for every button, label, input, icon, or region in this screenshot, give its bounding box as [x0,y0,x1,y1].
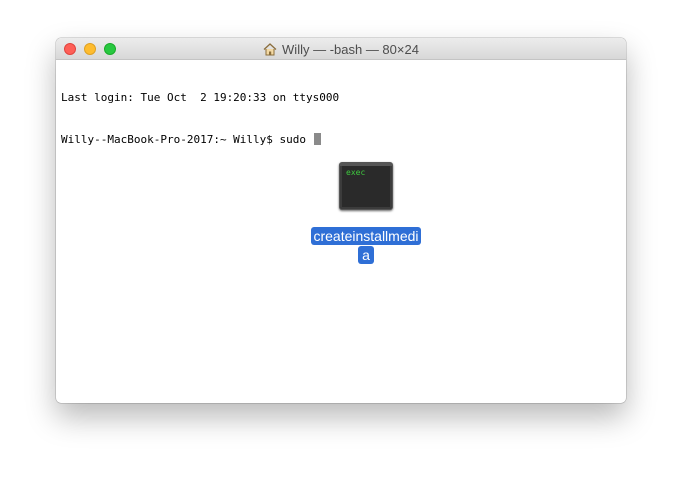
terminal-prompt-line[interactable]: Willy--MacBook-Pro-2017:~ Willy$ sudo [61,133,339,147]
exec-icon-label: exec [346,168,366,177]
title-bar[interactable]: Willy — -bash — 80×24 [56,38,626,60]
terminal-window[interactable]: Willy — -bash — 80×24 Last login: Tue Oc… [56,38,626,403]
dragged-file-name: createinstallmedi a [301,227,431,264]
dragged-exec-file-icon[interactable]: exec [339,162,393,210]
text-cursor [313,133,321,145]
window-title-area: Willy — -bash — 80×24 [56,38,626,60]
terminal-line: Last login: Tue Oct 2 19:20:33 on ttys00… [61,91,340,104]
exec-icon-titlebar [340,163,392,166]
window-title: Willy — -bash — 80×24 [282,41,419,57]
file-name-line: createinstallmedi [311,227,421,245]
terminal-line: Willy--MacBook-Pro-2017:~ Willy$ sudo [61,133,313,146]
home-icon [263,42,277,55]
file-name-line: a [358,246,374,264]
terminal-output[interactable]: Last login: Tue Oct 2 19:20:33 on ttys00… [61,63,339,175]
